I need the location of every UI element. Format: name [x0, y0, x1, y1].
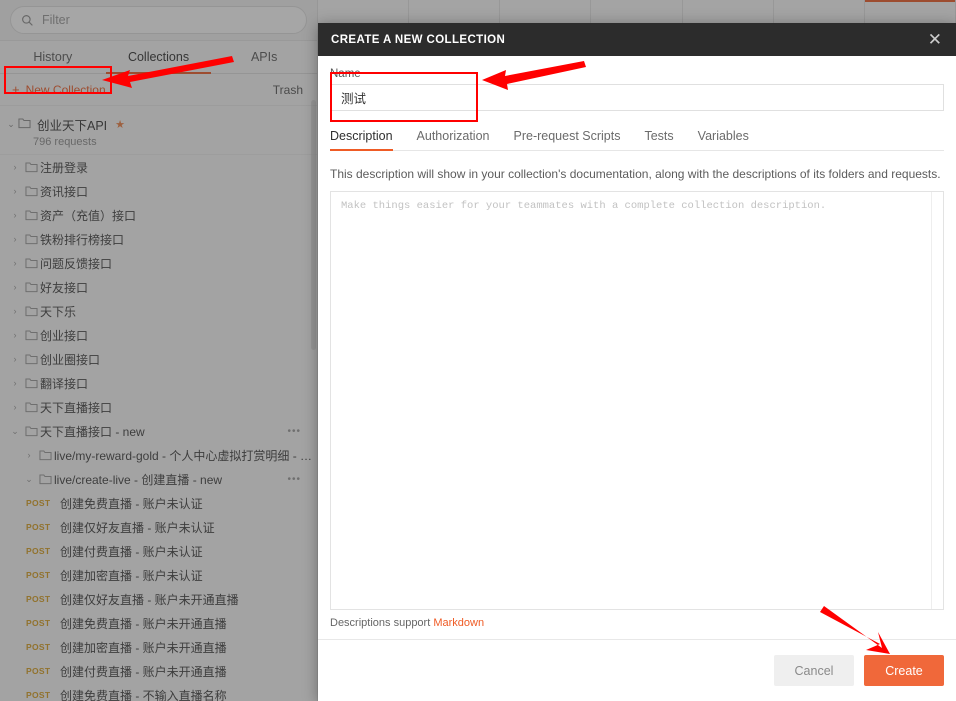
- markdown-note: Descriptions support Markdown: [330, 610, 944, 639]
- tab-description[interactable]: Description: [330, 129, 393, 151]
- tab-tests[interactable]: Tests: [644, 129, 673, 150]
- markdown-link[interactable]: Markdown: [433, 617, 484, 629]
- modal-header: CREATE A NEW COLLECTION ✕: [318, 23, 956, 56]
- description-help-text: This description will show in your colle…: [330, 167, 941, 181]
- create-button[interactable]: Create: [864, 655, 944, 686]
- collection-name-input[interactable]: [330, 84, 944, 111]
- markdown-note-prefix: Descriptions support: [330, 617, 434, 629]
- description-scrollbar[interactable]: [931, 192, 943, 609]
- cancel-button[interactable]: Cancel: [774, 655, 854, 686]
- modal-footer: Cancel Create: [318, 639, 956, 701]
- name-field-label: Name: [330, 68, 361, 80]
- description-textarea[interactable]: [331, 192, 931, 609]
- tab-pre-request-scripts[interactable]: Pre-request Scripts: [514, 129, 621, 150]
- modal-tabs: Description Authorization Pre-request Sc…: [330, 129, 944, 151]
- app-window: Filter History Collections APIs + New Co…: [0, 0, 956, 701]
- tab-variables[interactable]: Variables: [698, 129, 749, 150]
- description-editor: [330, 191, 944, 610]
- close-icon[interactable]: ✕: [928, 31, 942, 48]
- modal-title: CREATE A NEW COLLECTION: [331, 33, 506, 46]
- create-collection-modal: CREATE A NEW COLLECTION ✕ Name Descripti…: [318, 23, 956, 701]
- modal-body: Name Description Authorization Pre-reque…: [318, 56, 956, 639]
- tab-authorization[interactable]: Authorization: [417, 129, 490, 150]
